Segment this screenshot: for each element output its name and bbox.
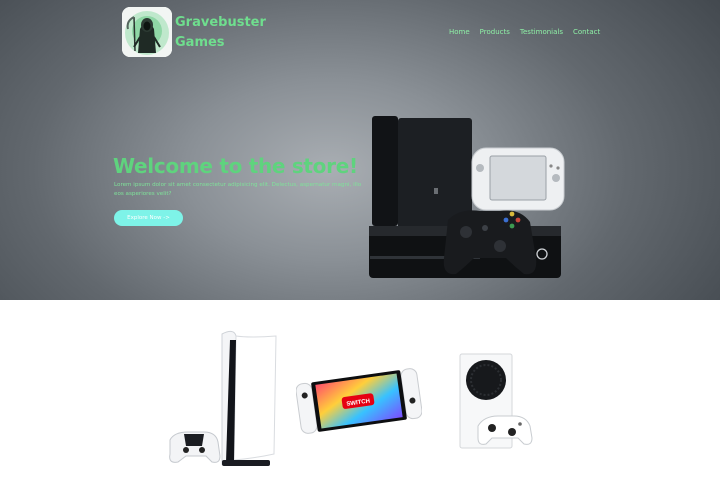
nav-contact[interactable]: Contact	[573, 28, 600, 36]
xbox-series-s-icon[interactable]	[456, 352, 534, 452]
hero-title: Welcome to the store!	[113, 154, 358, 178]
brand-name-line2: Games	[175, 35, 225, 50]
game-consoles-icon	[369, 116, 565, 278]
playstation-5-icon[interactable]	[164, 328, 282, 468]
hero-section: Gravebuster Games Home Products Testimon…	[0, 0, 720, 300]
main-nav: Home Products Testimonials Contact	[449, 28, 600, 36]
nav-products[interactable]: Products	[480, 28, 510, 36]
brand-name-line1: Gravebuster	[175, 15, 266, 30]
nintendo-switch-icon[interactable]: SWITCH	[296, 368, 422, 434]
products-section: SWITCH	[0, 300, 720, 480]
explore-now-button[interactable]: Explore Now ->	[114, 210, 183, 226]
nav-home[interactable]: Home	[449, 28, 470, 36]
hero-text: Lorem ipsum dolor sit amet consectetur a…	[114, 182, 362, 197]
brand-name[interactable]: Gravebuster Games	[175, 13, 285, 53]
reaper-logo-icon[interactable]	[122, 7, 172, 57]
nav-testimonials[interactable]: Testimonials	[520, 28, 563, 36]
